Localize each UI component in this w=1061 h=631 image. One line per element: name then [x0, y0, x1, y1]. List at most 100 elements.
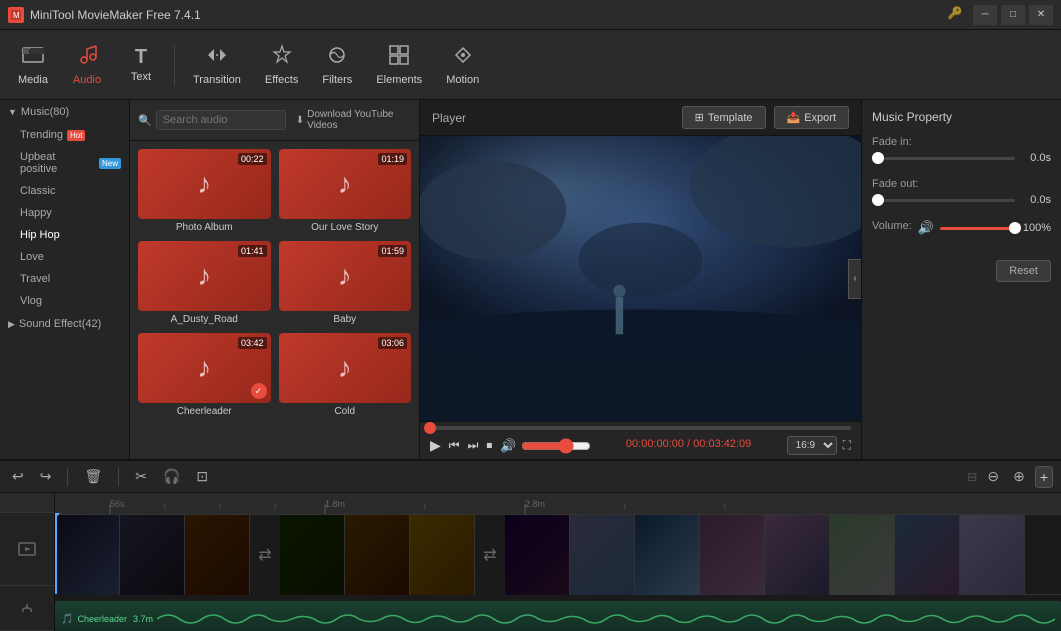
download-icon: ⬇ — [296, 115, 304, 126]
crop-button[interactable]: ⊡ — [192, 466, 212, 487]
close-button[interactable]: ✕ — [1029, 5, 1053, 25]
minimize-button[interactable]: ─ — [973, 5, 997, 25]
frame-8 — [570, 515, 635, 595]
sidebar-item-travel[interactable]: Travel — [0, 268, 129, 290]
fade-in-value: 0.0s — [1021, 152, 1051, 164]
audio-card-photo-album[interactable]: ♪ 00:22 Photo Album — [134, 145, 275, 237]
progress-bar[interactable] — [430, 426, 851, 430]
delete-button[interactable]: 🗑 — [80, 466, 106, 487]
ruler-spacer — [0, 493, 54, 513]
sidebar-item-love[interactable]: Love — [0, 246, 129, 268]
video-track: ⇄ ⇄ — [55, 515, 1061, 595]
fade-in-slider[interactable] — [872, 157, 1015, 160]
stop-button[interactable]: ⏹ — [486, 438, 492, 453]
template-button[interactable]: ⊞ Template — [682, 106, 766, 129]
prev-frame-button[interactable]: ⏮ — [449, 438, 460, 453]
restore-button[interactable]: □ — [1001, 5, 1025, 25]
audio-detach-button[interactable]: 🎧 — [159, 466, 184, 487]
hiphop-label: Hip Hop — [20, 229, 60, 241]
frame-5 — [345, 515, 410, 595]
toolbar-transition[interactable]: Transition — [183, 40, 251, 90]
sound-effect-section-header[interactable]: ▶ Sound Effect(42) — [0, 312, 129, 336]
undo-button[interactable]: ↩ — [8, 466, 28, 487]
trending-badge: Hot — [67, 130, 85, 141]
next-frame-button[interactable]: ⏭ — [468, 438, 479, 453]
export-button[interactable]: 📤 Export — [774, 106, 850, 129]
zoom-out-button[interactable]: ⊖ — [983, 466, 1003, 487]
audio-duration-our-love-story: 01:19 — [378, 153, 407, 165]
sidebar-item-upbeat[interactable]: Upbeat positive New — [0, 146, 129, 180]
volume-control: 🔊 — [500, 438, 590, 454]
toolbar: Media Audio T Text Transition Effects Fi… — [0, 30, 1061, 100]
fade-in-thumb — [872, 152, 884, 164]
toolbar-sep-2 — [118, 468, 119, 486]
track-labels — [0, 493, 55, 631]
music-note-icon-5: ♪ — [197, 352, 211, 384]
add-track-button[interactable]: + — [1035, 466, 1053, 488]
volume-thumb — [1009, 222, 1021, 234]
zoom-in-button[interactable]: ⊕ — [1009, 466, 1029, 487]
audio-label: Audio — [73, 74, 101, 86]
player-controls: ▶ ⏮ ⏭ ⏹ 🔊 00:00:00:00 / 00:03:42:09 16:9 — [420, 421, 861, 459]
progress-dot — [424, 422, 436, 434]
window-controls: 🔑 ─ □ ✕ — [947, 5, 1053, 25]
download-youtube-button[interactable]: ⬇ Download YouTube Videos — [290, 106, 411, 134]
fade-in-row: Fade in: 0.0s — [872, 136, 1051, 164]
cut-button[interactable]: ✂ — [131, 466, 151, 487]
audio-clip[interactable]: 🎵 Cheerleader 3.7m — [55, 601, 1061, 631]
audio-card-dusty-road[interactable]: ♪ 01:41 A_Dusty_Road — [134, 237, 275, 329]
search-input[interactable] — [156, 110, 286, 130]
sidebar-item-trending[interactable]: Trending Hot — [0, 124, 129, 146]
music-property-title: Music Property — [872, 110, 1051, 124]
music-arrow-icon: ▼ — [8, 107, 17, 117]
sidebar-item-happy[interactable]: Happy — [0, 202, 129, 224]
audio-waveform — [157, 609, 1055, 629]
audio-card-cold[interactable]: ♪ 03:06 Cold — [275, 329, 416, 421]
transition-icon — [206, 44, 228, 72]
music-note-icon-6: ♪ — [338, 352, 352, 384]
ruler-ticks — [55, 504, 1061, 514]
fade-in-label: Fade in: — [872, 136, 1051, 148]
toolbar-effects[interactable]: Effects — [255, 40, 308, 90]
volume-slider[interactable] — [521, 438, 591, 454]
toolbar-elements[interactable]: Elements — [366, 40, 432, 90]
text-icon: T — [135, 46, 147, 69]
aspect-ratio-select[interactable]: 16:9 4:3 1:1 9:16 — [787, 436, 837, 455]
music-section-header[interactable]: ▼ Music(80) — [0, 100, 129, 124]
collapse-panel-button[interactable]: ‹ — [848, 259, 861, 299]
template-icon: ⊞ — [695, 111, 704, 124]
reset-button[interactable]: Reset — [996, 260, 1051, 282]
playhead-arrow — [55, 513, 60, 519]
sidebar-item-classic[interactable]: Classic — [0, 180, 129, 202]
redo-button[interactable]: ↪ — [36, 466, 56, 487]
play-button[interactable]: ▶ — [430, 437, 441, 454]
filters-label: Filters — [322, 74, 352, 86]
audio-card-baby[interactable]: ♪ 01:59 Baby — [275, 237, 416, 329]
frame-10 — [700, 515, 765, 595]
toolbar-audio[interactable]: Audio — [62, 40, 112, 90]
audio-card-our-love-story[interactable]: ♪ 01:19 Our Love Story — [275, 145, 416, 237]
frame-4 — [280, 515, 345, 595]
fade-out-slider[interactable] — [872, 199, 1015, 202]
fullscreen-button[interactable]: ⛶ — [843, 438, 851, 453]
timeline-ruler: 56s 1.8m 2.8m — [55, 493, 1061, 515]
timeline: ↩ ↪ 🗑 ✂ 🎧 ⊡ ⊟ ⊖ ⊕ + 56s — [0, 459, 1061, 629]
player-header: Player ⊞ Template 📤 Export — [420, 100, 861, 136]
key-icon: 🔑 — [947, 5, 963, 21]
sidebar-item-vlog[interactable]: Vlog — [0, 290, 129, 312]
split-icon: ⊟ — [967, 470, 977, 484]
frame-1 — [55, 515, 120, 595]
sound-effect-arrow-icon: ▶ — [8, 319, 15, 330]
volume-property-slider[interactable] — [940, 227, 1015, 230]
audio-name-our-love-story: Our Love Story — [279, 222, 412, 233]
volume-speaker-icon: 🔊 — [918, 220, 934, 236]
toolbar-motion[interactable]: Motion — [436, 40, 489, 90]
audio-card-cheerleader[interactable]: ♪ 03:42 ✓ Cheerleader — [134, 329, 275, 421]
sidebar-item-hiphop[interactable]: Hip Hop — [0, 224, 129, 246]
audio-panel-header: 🔍 ⬇ Download YouTube Videos — [130, 100, 419, 141]
toolbar-text[interactable]: T Text — [116, 42, 166, 87]
love-label: Love — [20, 251, 44, 263]
audio-clip-duration: 3.7m — [133, 614, 153, 624]
toolbar-filters[interactable]: Filters — [312, 40, 362, 90]
toolbar-media[interactable]: Media — [8, 40, 58, 90]
